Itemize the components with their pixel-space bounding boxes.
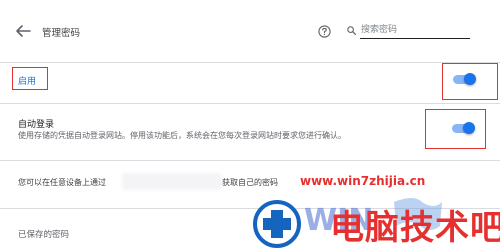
- page-title: 管理密码: [42, 28, 81, 39]
- redacted-link: [122, 173, 222, 190]
- saved-passwords-heading: 已保存的密码: [18, 230, 70, 240]
- manage-account-text-start: 您可以在任意设备上通过: [18, 178, 106, 187]
- enable-toggle-highlight: [442, 63, 498, 100]
- search-passwords-input[interactable]: [360, 23, 470, 39]
- watermark-logo: WIN 电脑技术吧: [244, 190, 500, 251]
- header-bar: 管理密码: [0, 0, 500, 62]
- help-icon[interactable]: [318, 25, 331, 38]
- enable-label-highlight: [12, 67, 48, 90]
- manage-account-text-end: 获取自己的密码: [222, 178, 278, 187]
- row-divider: [0, 103, 500, 104]
- header-divider: [0, 62, 500, 63]
- auto-signin-title: 自动登录: [18, 120, 55, 130]
- search-icon: [347, 26, 356, 35]
- auto-signin-toggle-highlight: [425, 109, 486, 149]
- watermark-logo-text: 电脑技术吧: [330, 208, 500, 248]
- row-divider: [0, 160, 500, 161]
- auto-signin-description: 使用存储的凭据自动登录网站。停用该功能后，系统会在您每次登录网站时要求您进行确认…: [18, 131, 346, 140]
- back-arrow-icon[interactable]: [14, 23, 32, 39]
- watermark-url: www.win7zhijia.cn: [300, 174, 426, 188]
